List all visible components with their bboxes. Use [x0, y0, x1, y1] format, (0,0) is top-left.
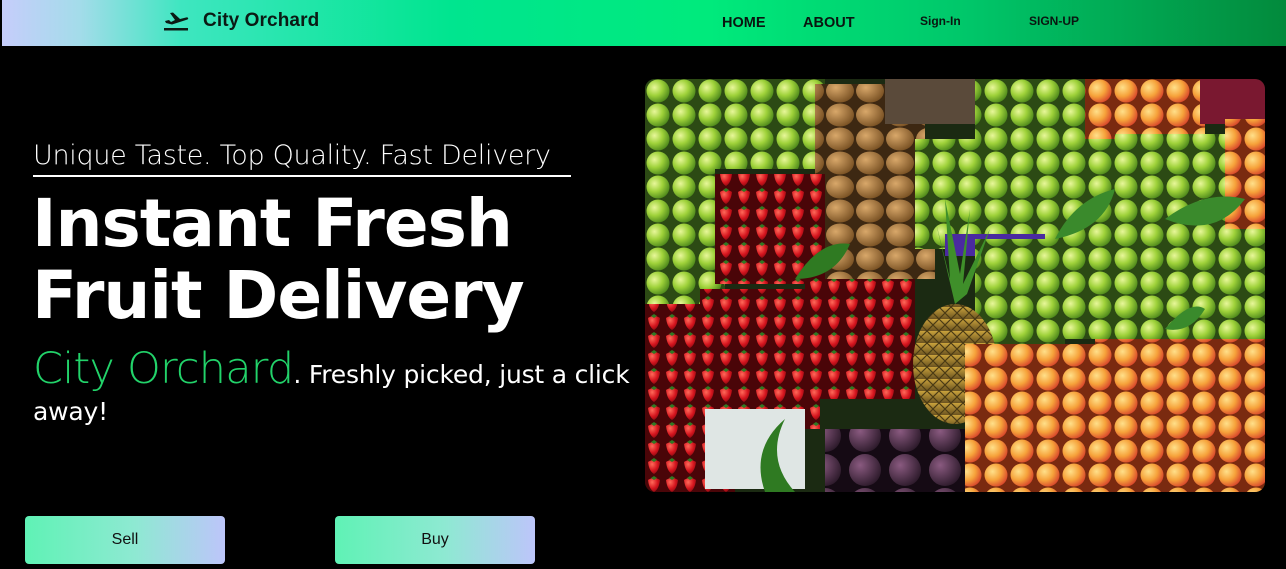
nav-about-link[interactable]: ABOUT — [803, 15, 855, 31]
headline-line-2: Fruit Delivery — [32, 257, 525, 334]
hero-subtitle: City Orchard. Freshly picked, just a cli… — [33, 344, 633, 430]
headline-line-1: Instant Fresh — [32, 185, 513, 262]
navbar: City Orchard HOME ABOUT Sign-In SIGN-UP — [2, 0, 1286, 46]
nav-sign-up-link[interactable]: SIGN-UP — [1029, 14, 1079, 28]
brand[interactable]: City Orchard — [162, 8, 319, 34]
sell-button[interactable]: Sell — [25, 516, 225, 564]
hero-tagline: Unique Taste. Top Quality. Fast Delivery — [33, 140, 551, 171]
hero-headline: Instant Fresh Fruit Delivery — [32, 185, 525, 334]
tagline-underline — [33, 175, 571, 177]
subtitle-brand: City Orchard — [33, 344, 294, 394]
nav-home-link[interactable]: HOME — [722, 15, 766, 31]
fruit-market-image — [645, 79, 1265, 492]
nav-sign-in-link[interactable]: Sign-In — [920, 14, 961, 28]
brand-name: City Orchard — [203, 10, 320, 31]
buy-button[interactable]: Buy — [335, 516, 535, 564]
airplane-icon — [162, 9, 190, 33]
